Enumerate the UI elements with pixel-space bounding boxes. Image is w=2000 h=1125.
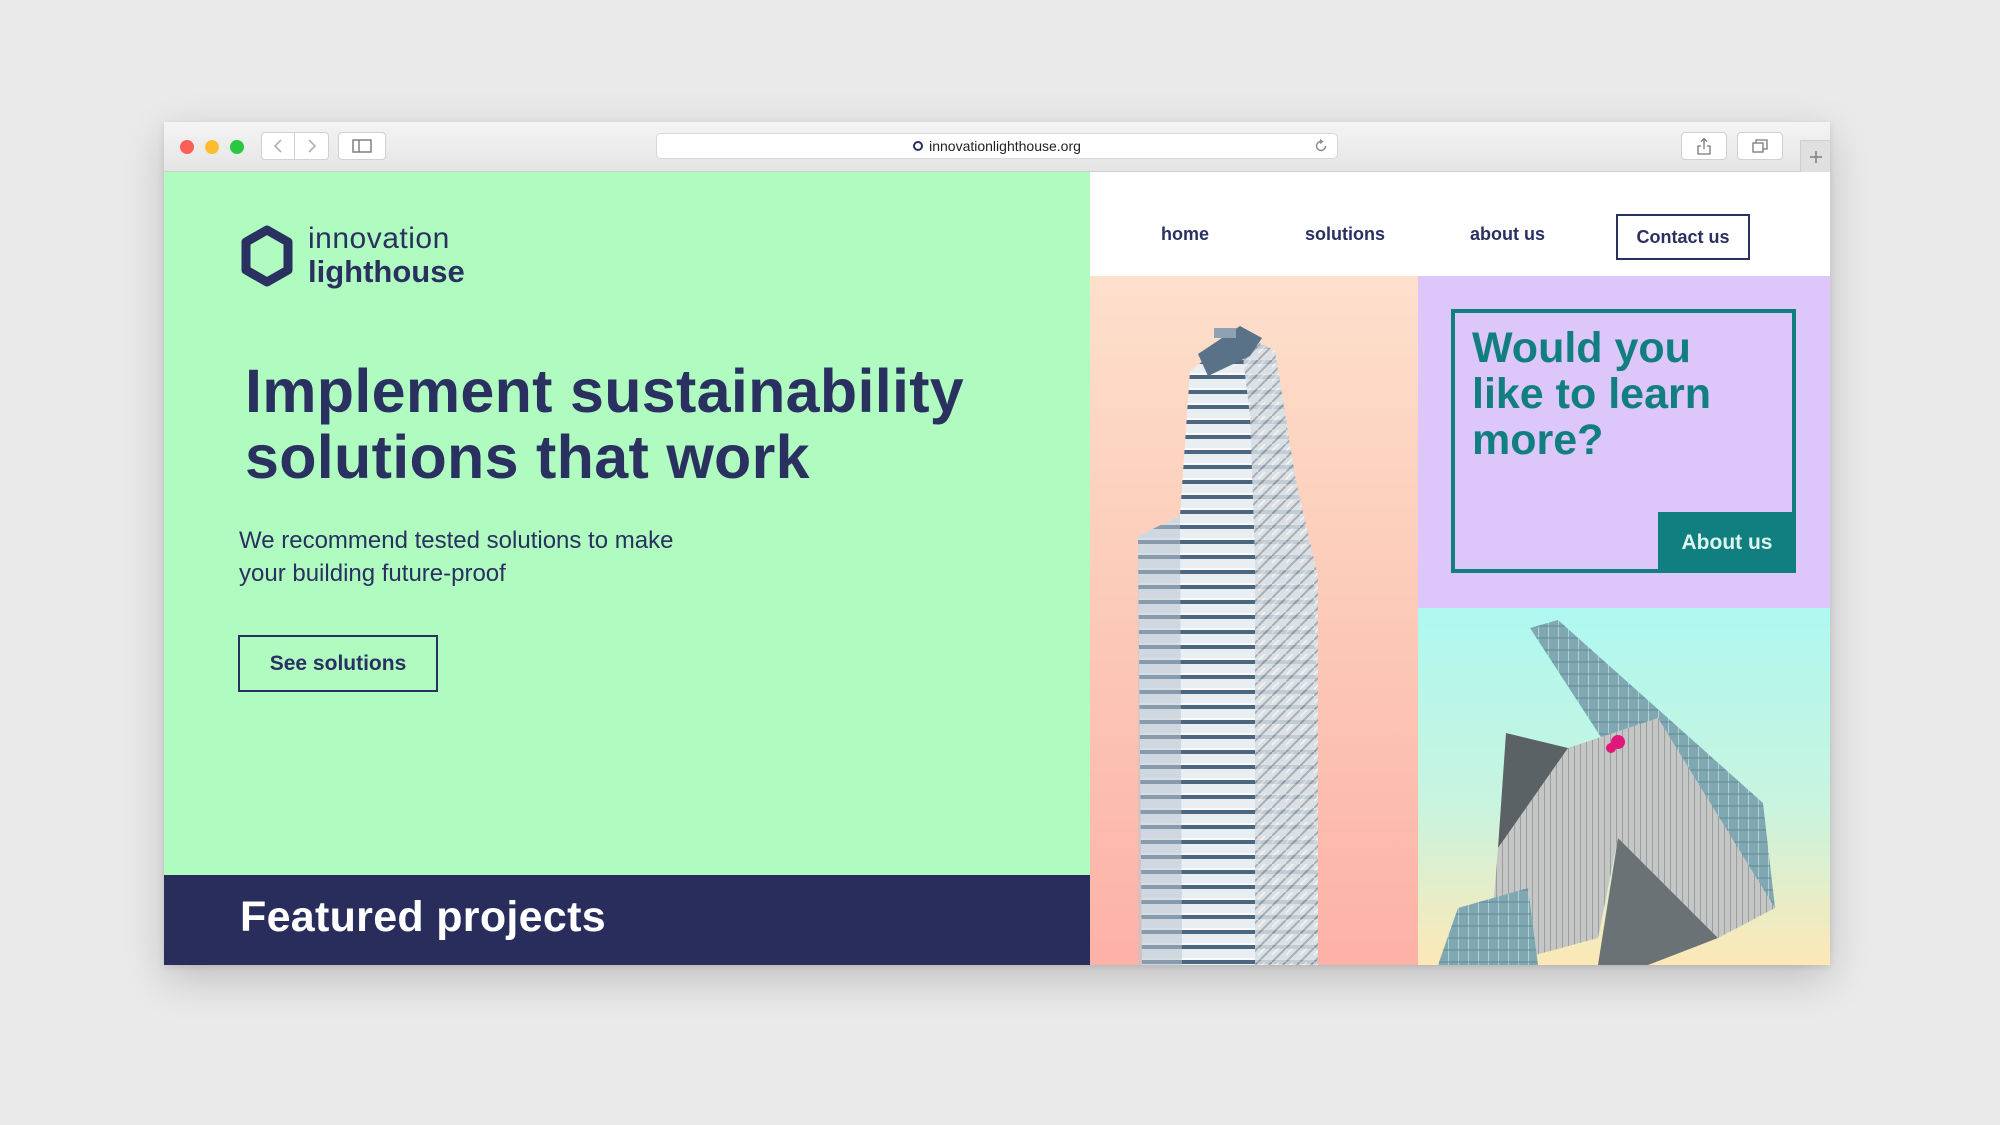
address-bar[interactable]: innovationlighthouse.org xyxy=(656,133,1338,159)
learn-more-line3: more? xyxy=(1472,416,1604,464)
logo-word-innovation: innovation xyxy=(308,222,450,255)
url-text: innovationlighthouse.org xyxy=(929,138,1081,154)
about-us-button[interactable]: About us xyxy=(1658,512,1796,573)
learn-more-heading: Would you like to learn more? xyxy=(1472,325,1772,463)
new-tab-button[interactable] xyxy=(1800,140,1830,172)
browser-toolbar: innovationlighthouse.org xyxy=(164,122,1830,172)
hero-subtext-line2: your building future-proof xyxy=(239,560,506,587)
tabs-icon xyxy=(1752,139,1768,153)
hero-subtext: We recommend tested solutions to make yo… xyxy=(239,524,759,590)
share-icon xyxy=(1697,137,1711,155)
logo-word-lighthouse: lighthouse xyxy=(308,254,465,289)
featured-projects-heading: Featured projects xyxy=(240,893,606,941)
skyscraper-photo xyxy=(1090,276,1418,965)
nav-home-link[interactable]: home xyxy=(1161,224,1209,245)
reload-icon[interactable] xyxy=(1313,138,1329,154)
site-favicon-icon xyxy=(913,141,924,151)
nav-solutions-link[interactable]: solutions xyxy=(1305,224,1385,245)
logo-wordmark: innovation lighthouse xyxy=(308,222,465,289)
webpage: innovation lighthouse Implement sustaina… xyxy=(164,172,1830,965)
forward-button[interactable] xyxy=(295,132,329,160)
close-window-button[interactable] xyxy=(180,140,194,154)
see-solutions-button[interactable]: See solutions xyxy=(238,635,438,692)
main-navigation: home solutions about us Contact us xyxy=(1090,172,1830,276)
learn-more-line2: like to learn xyxy=(1472,370,1711,418)
featured-projects-section: Featured projects xyxy=(164,875,1090,965)
hero-subtext-line1: We recommend tested solutions to make xyxy=(239,527,674,554)
hero-section: innovation lighthouse Implement sustaina… xyxy=(164,172,1090,875)
sidebar-icon xyxy=(352,139,372,153)
chevron-right-icon xyxy=(307,139,316,153)
nav-about-link[interactable]: about us xyxy=(1470,224,1545,245)
site-logo[interactable]: innovation lighthouse xyxy=(236,224,465,287)
hero-headline-line2: solutions that work xyxy=(245,423,810,491)
modern-building-photo xyxy=(1418,608,1830,965)
zoom-window-button[interactable] xyxy=(230,140,244,154)
back-button[interactable] xyxy=(261,132,295,160)
browser-window: innovationlighthouse.org innovation ligh… xyxy=(164,122,1830,965)
chevron-left-icon xyxy=(273,139,282,153)
sidebar-toggle-button[interactable] xyxy=(338,132,386,160)
learn-more-panel: Would you like to learn more? About us xyxy=(1418,276,1830,608)
plus-icon xyxy=(1810,150,1822,163)
learn-more-card: Would you like to learn more? About us xyxy=(1451,309,1796,573)
modern-building-illustration xyxy=(1438,620,1775,965)
share-button[interactable] xyxy=(1681,132,1727,160)
minimize-window-button[interactable] xyxy=(205,140,219,154)
hero-headline: Implement sustainability solutions that … xyxy=(245,358,1045,490)
show-tabs-button[interactable] xyxy=(1737,132,1783,160)
hexagon-logo-icon xyxy=(241,225,293,286)
contact-us-button[interactable]: Contact us xyxy=(1616,214,1750,260)
skyscraper-illustration xyxy=(1138,326,1318,965)
hero-headline-line1: Implement sustainability xyxy=(245,357,965,425)
learn-more-line1: Would you xyxy=(1472,324,1691,372)
